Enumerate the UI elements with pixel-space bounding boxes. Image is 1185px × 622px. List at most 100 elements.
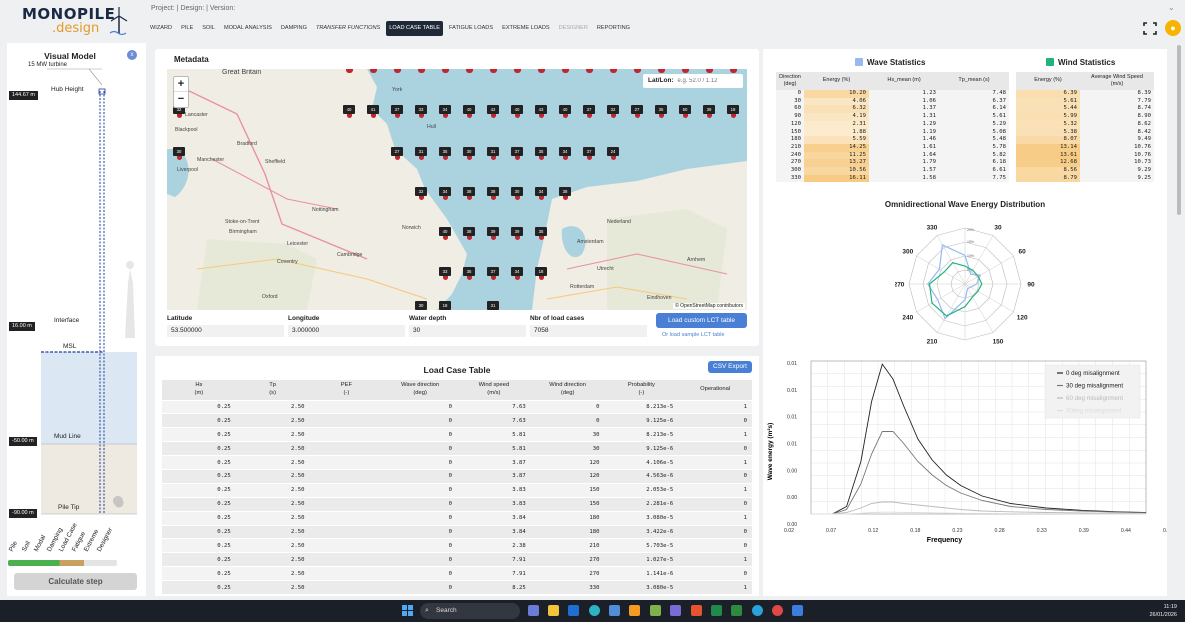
map-marker[interactable]: 34 bbox=[559, 147, 571, 156]
map-marker[interactable]: 40 bbox=[343, 105, 355, 114]
app-blue-icon[interactable] bbox=[792, 605, 803, 616]
edge-icon[interactable] bbox=[589, 605, 600, 616]
map-marker[interactable]: 42 bbox=[487, 105, 499, 114]
telegram-icon[interactable] bbox=[752, 605, 763, 616]
map-marker[interactable]: 31 bbox=[487, 301, 499, 310]
table-row[interactable]: 0.25 2.50 0 3.84 180 3.422e-6 0 bbox=[162, 524, 752, 539]
map-marker[interactable]: 27 bbox=[631, 105, 643, 114]
water-depth-input[interactable]: 30 bbox=[409, 325, 526, 337]
map-marker[interactable]: 50 bbox=[679, 105, 691, 114]
outlook-icon[interactable] bbox=[568, 605, 579, 616]
user-avatar-icon[interactable]: ● bbox=[1165, 20, 1181, 36]
map-marker[interactable]: 39 bbox=[487, 227, 499, 236]
lct-header-cell[interactable]: Tp (s) bbox=[235, 380, 310, 400]
teams-icon[interactable] bbox=[670, 605, 681, 616]
map-marker[interactable]: 34 bbox=[439, 105, 451, 114]
table-row[interactable]: 0.25 2.50 0 5.81 30 8.213e-5 1 bbox=[162, 427, 752, 442]
tab-designer[interactable]: DESIGNER bbox=[556, 21, 591, 36]
map-marker[interactable]: 38 bbox=[487, 187, 499, 196]
longitude-input[interactable]: 3.000000 bbox=[288, 325, 405, 337]
table-row[interactable]: 0.25 2.50 0 8.25 330 3.080e-5 1 bbox=[162, 580, 752, 595]
map-marker[interactable]: 40 bbox=[463, 105, 475, 114]
table-row[interactable]: 0.25 2.50 0 5.81 30 9.125e-6 0 bbox=[162, 441, 752, 456]
map-marker[interactable]: 40 bbox=[559, 105, 571, 114]
notepad-icon[interactable] bbox=[609, 605, 620, 616]
map-marker[interactable]: 35 bbox=[535, 147, 547, 156]
apps-icon[interactable] bbox=[650, 605, 661, 616]
map-marker[interactable]: 35 bbox=[535, 227, 547, 236]
sublime-icon[interactable] bbox=[629, 605, 640, 616]
table-row[interactable]: 0.25 2.50 0 2.38 210 5.703e-5 0 bbox=[162, 538, 752, 553]
table-row[interactable]: 0.25 2.50 0 3.87 120 4.563e-6 0 bbox=[162, 468, 752, 484]
load-sample-lct-link[interactable]: Or load sample LCT table bbox=[662, 332, 725, 338]
map-marker[interactable]: 30 bbox=[415, 301, 427, 310]
map-marker[interactable]: 32 bbox=[607, 105, 619, 114]
tab-damping[interactable]: DAMPING bbox=[278, 21, 310, 36]
map-marker[interactable]: 37 bbox=[583, 105, 595, 114]
map-marker[interactable]: 34 bbox=[511, 267, 523, 276]
map-marker[interactable]: 30 bbox=[173, 147, 185, 156]
onenote-icon[interactable] bbox=[731, 605, 742, 616]
tab-pile[interactable]: PILE bbox=[178, 21, 196, 36]
lct-header-cell[interactable]: Operational bbox=[678, 380, 752, 400]
tab-modal-analysis[interactable]: MODAL ANALYSIS bbox=[221, 21, 275, 36]
tab-reporting[interactable]: REPORTING bbox=[594, 21, 633, 36]
table-row[interactable]: 0.25 2.50 0 7.63 0 9.125e-6 0 bbox=[162, 413, 752, 428]
lct-header-cell[interactable]: Wave direction (deg) bbox=[383, 380, 457, 400]
page-scrollbar[interactable] bbox=[1177, 45, 1181, 215]
map-marker[interactable]: 30 bbox=[511, 187, 523, 196]
map-marker[interactable]: 35 bbox=[439, 147, 451, 156]
map-marker[interactable]: 39 bbox=[511, 227, 523, 236]
map-marker[interactable]: 18 bbox=[439, 301, 451, 310]
tab-load-case-table[interactable]: LOAD CASE TABLE bbox=[386, 21, 444, 36]
latitude-input[interactable]: 53.500000 bbox=[167, 325, 284, 337]
map-marker[interactable]: 37 bbox=[487, 267, 499, 276]
map-marker[interactable]: 40 bbox=[511, 105, 523, 114]
table-row[interactable]: 0.25 2.50 0 7.91 270 1.027e-5 1 bbox=[162, 552, 752, 567]
map-marker[interactable]: 38 bbox=[559, 187, 571, 196]
tab-fatigue-loads[interactable]: FATIGUE LOADS bbox=[446, 21, 496, 36]
lct-header-cell[interactable]: Wind speed (m/s) bbox=[457, 380, 531, 400]
map-marker[interactable]: 32 bbox=[415, 187, 427, 196]
tab-wizard[interactable]: WIZARD bbox=[147, 21, 175, 36]
lct-header-cell[interactable]: Probability (-) bbox=[604, 380, 679, 400]
map-marker[interactable]: 40 bbox=[439, 227, 451, 236]
map-marker[interactable]: 37 bbox=[511, 147, 523, 156]
map-marker[interactable]: 27 bbox=[391, 147, 403, 156]
fullscreen-icon[interactable] bbox=[1143, 22, 1157, 35]
tab-transfer-functions[interactable]: TRANSFER FUNCTIONS bbox=[313, 21, 383, 36]
load-custom-lct-button[interactable]: Load custom LCT table bbox=[656, 313, 747, 328]
latlon-input[interactable] bbox=[677, 78, 734, 84]
map-marker[interactable]: 18 bbox=[727, 105, 739, 114]
map-marker[interactable]: 38 bbox=[463, 227, 475, 236]
map-marker[interactable]: 31 bbox=[415, 147, 427, 156]
taskbar-clock[interactable]: 11:19 26/01/2026 bbox=[1149, 603, 1177, 619]
brave-icon[interactable] bbox=[691, 605, 702, 616]
chevron-down-icon[interactable]: ⌄ bbox=[1168, 3, 1175, 12]
table-row[interactable]: 0.25 2.50 0 3.83 150 2.053e-5 1 bbox=[162, 482, 752, 498]
map-marker[interactable]: 39 bbox=[703, 105, 715, 114]
map-marker[interactable]: 37 bbox=[391, 105, 403, 114]
location-map[interactable]: Great Britain Lancaster York Hull Blackpool B… bbox=[167, 69, 747, 310]
zoom-in-button[interactable]: + bbox=[174, 77, 188, 92]
map-marker[interactable]: 24 bbox=[607, 147, 619, 156]
calculate-step-button[interactable]: Calculate step bbox=[14, 573, 137, 590]
excel-icon[interactable] bbox=[711, 605, 722, 616]
table-row[interactable]: 0.25 2.50 0 3.84 180 3.080e-5 1 bbox=[162, 510, 752, 526]
map-marker[interactable]: 38 bbox=[463, 187, 475, 196]
map-marker[interactable]: 35 bbox=[655, 105, 667, 114]
map-marker[interactable]: 37 bbox=[583, 147, 595, 156]
task-view-icon[interactable] bbox=[528, 605, 539, 616]
tab-extreme-loads[interactable]: EXTREME LOADS bbox=[499, 21, 553, 36]
windows-start-icon[interactable] bbox=[402, 605, 413, 616]
taskbar-search[interactable]: ⌕ Search bbox=[420, 603, 520, 619]
lct-header-cell[interactable]: PEF (-) bbox=[309, 380, 384, 400]
map-marker[interactable]: 41 bbox=[367, 105, 379, 114]
lct-header-cell[interactable]: Hs (m) bbox=[162, 380, 236, 400]
map-marker[interactable]: 31 bbox=[487, 147, 499, 156]
map-marker[interactable]: 30 bbox=[463, 147, 475, 156]
tab-soil[interactable]: SOIL bbox=[199, 21, 218, 36]
map-marker[interactable]: 34 bbox=[535, 187, 547, 196]
table-row[interactable]: 0.25 2.50 0 7.91 270 1.141e-6 0 bbox=[162, 566, 752, 581]
map-marker[interactable]: 35 bbox=[463, 267, 475, 276]
